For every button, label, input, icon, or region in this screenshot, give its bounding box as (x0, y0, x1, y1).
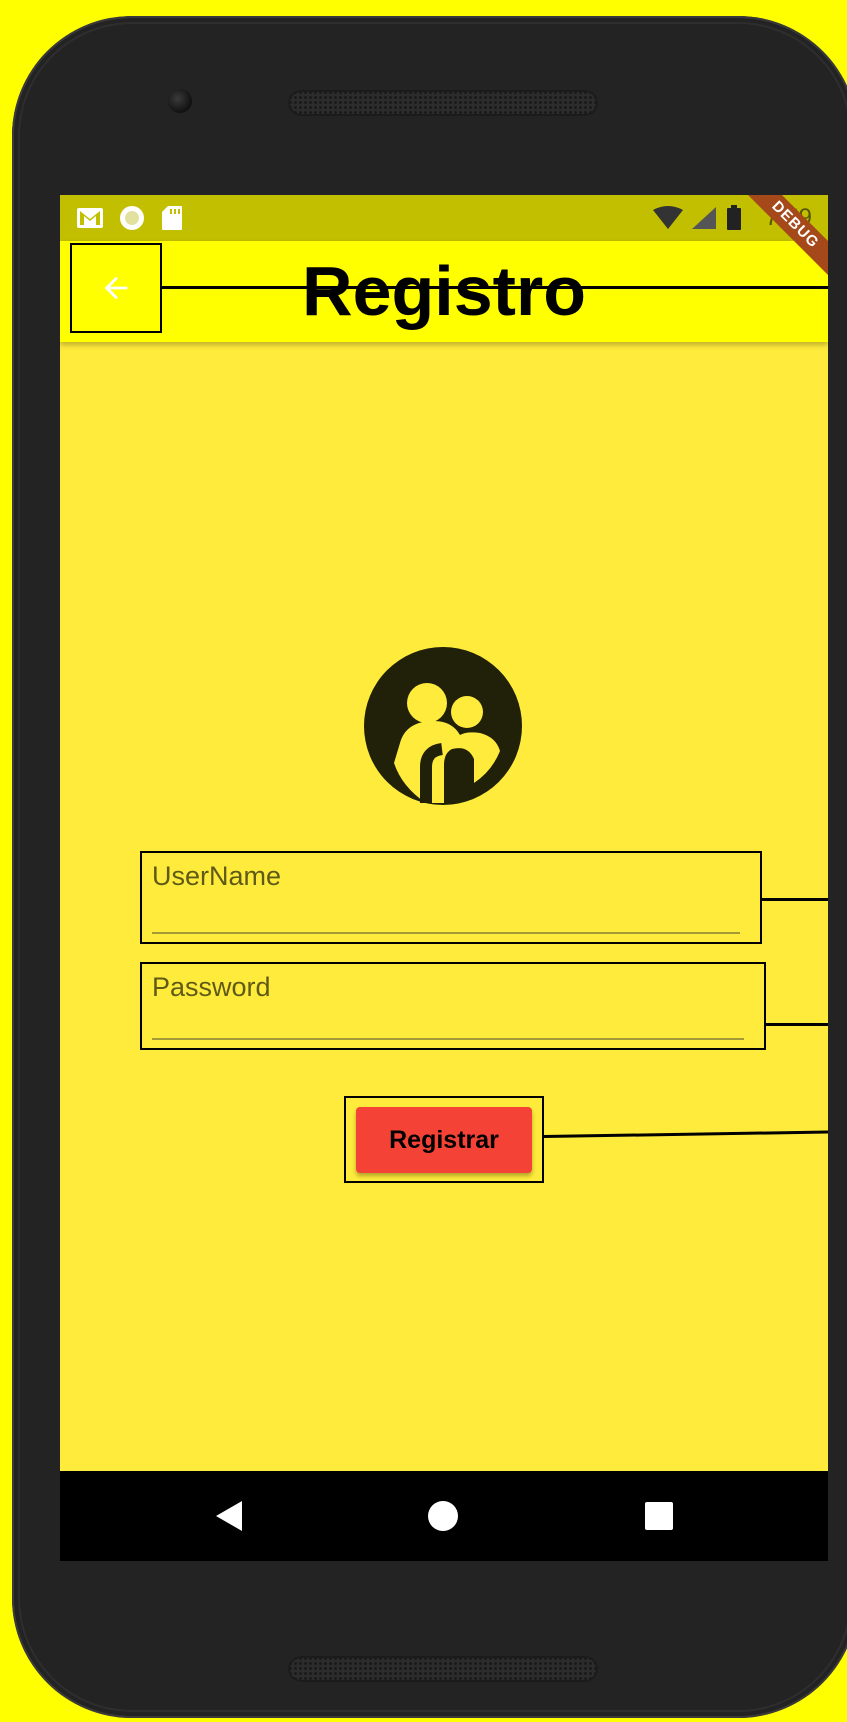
gmail-icon (76, 205, 104, 231)
sd-card-icon (158, 205, 186, 231)
nav-home-button[interactable] (428, 1501, 458, 1531)
annotation-line-appbar (162, 286, 828, 289)
sync-circle-icon (118, 205, 146, 231)
recents-square-icon (645, 1502, 673, 1530)
annotation-line-register (543, 1130, 828, 1138)
signal-icon (690, 205, 718, 231)
app-bar: Registro (60, 241, 828, 342)
bottom-speaker-grille (288, 1656, 598, 1682)
annotation-line-username (762, 898, 828, 901)
username-input[interactable] (152, 896, 740, 934)
password-label: Password (152, 972, 271, 1002)
username-field-container: UserName (140, 851, 828, 944)
nav-back-button[interactable] (214, 1501, 244, 1531)
password-field-container: Password (140, 962, 828, 1050)
username-label: UserName (152, 861, 282, 891)
phone-frame: 7:59 DEBUG Registro UserName Passw (12, 16, 847, 1718)
device-screen: 7:59 DEBUG Registro UserName Passw (60, 195, 828, 1561)
android-navigation-bar (60, 1471, 828, 1561)
group-avatar-icon (364, 647, 522, 805)
battery-icon (724, 205, 744, 231)
page-title: Registro (302, 252, 586, 330)
nav-recents-button[interactable] (644, 1501, 674, 1531)
home-circle-icon (428, 1501, 458, 1531)
wifi-icon (652, 205, 684, 231)
annotation-line-password (766, 1023, 828, 1026)
back-triangle-icon (216, 1501, 242, 1531)
password-input[interactable] (152, 1002, 744, 1040)
status-bar: 7:59 (60, 195, 828, 241)
register-button[interactable]: Registrar (356, 1107, 532, 1173)
front-camera (168, 89, 192, 113)
register-button-container: Registrar (344, 1096, 544, 1183)
top-speaker-grille (288, 90, 598, 116)
